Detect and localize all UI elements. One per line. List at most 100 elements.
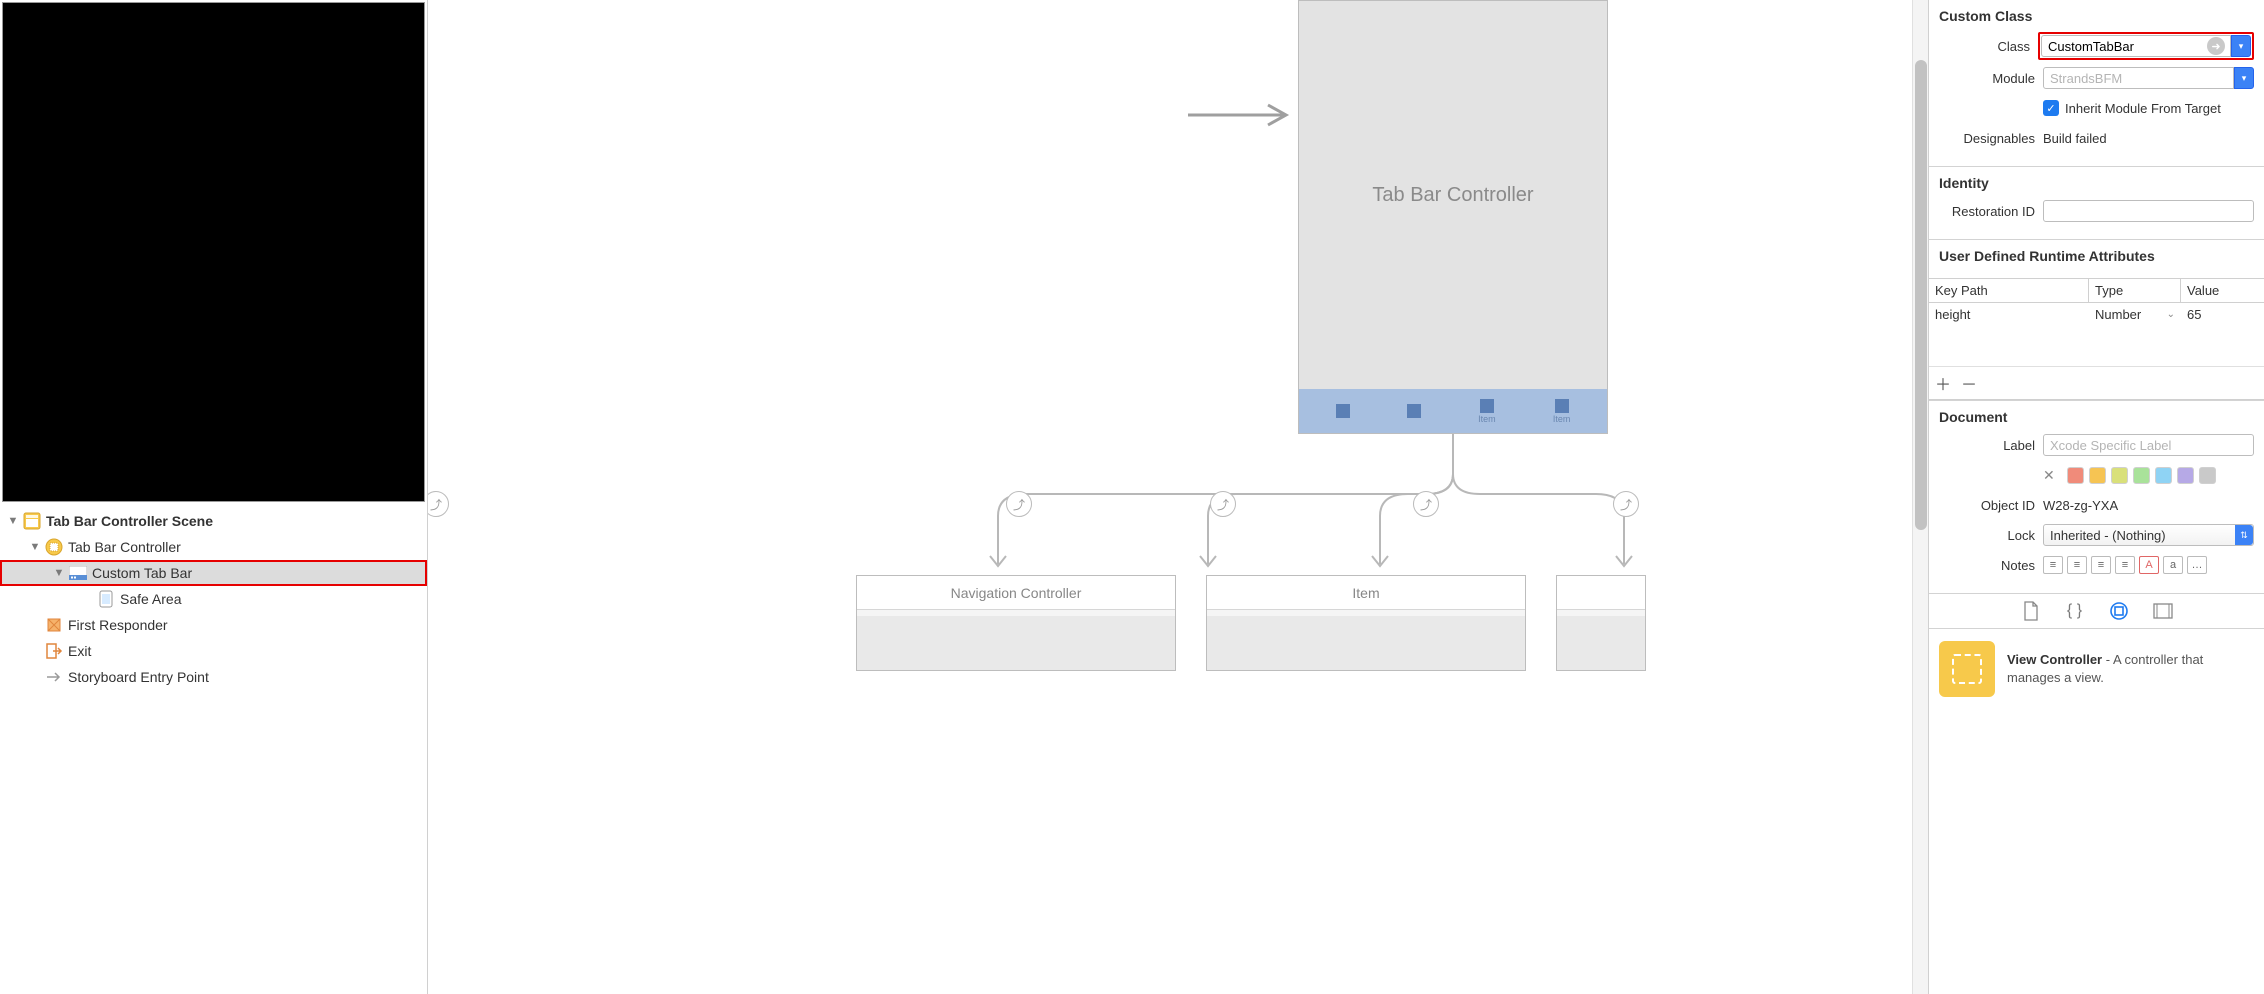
notes-label: Notes	[1939, 558, 2043, 573]
segue-relationship-icon[interactable]: ⤴	[1006, 491, 1032, 517]
chevron-down-icon[interactable]: ▼	[6, 514, 20, 528]
cell-value[interactable]: 65	[2181, 303, 2264, 326]
lock-value: Inherited - (Nothing)	[2050, 528, 2166, 543]
code-snippet-icon[interactable]: { }	[2064, 600, 2086, 622]
child-scene[interactable]: Navigation Controller	[856, 575, 1176, 671]
outline-safearea-label: Safe Area	[120, 591, 182, 607]
swatch-green[interactable]	[2133, 467, 2150, 484]
designables-label: Designables	[1939, 131, 2043, 146]
module-dropdown[interactable]: ▾	[2234, 67, 2254, 89]
module-label: Module	[1939, 71, 2043, 86]
cell-keypath[interactable]: height	[1929, 303, 2089, 326]
section-title: Document	[1939, 409, 2254, 425]
add-button[interactable]: ＋	[1935, 371, 1951, 395]
outline-exit-row[interactable]: ▼ Exit	[0, 638, 427, 664]
outline-entry-point-label: Storyboard Entry Point	[68, 669, 209, 685]
section-title: Custom Class	[1939, 8, 2254, 24]
restoration-id-input[interactable]	[2043, 200, 2254, 222]
navigate-icon[interactable]: ➜	[2207, 37, 2225, 55]
storyboard-canvas[interactable]: Tab Bar Controller Item Item ⤴ ⤴ ⤴ ⤴ ⤴ N…	[428, 0, 1928, 994]
tbc-body-label: Tab Bar Controller	[1299, 1, 1607, 389]
class-input[interactable]	[2041, 35, 2231, 57]
child-body	[1207, 610, 1525, 670]
class-dropdown[interactable]: ▾	[2231, 35, 2251, 57]
square-icon	[1480, 399, 1494, 413]
safearea-icon	[96, 589, 116, 609]
table-row[interactable]: height Number⌄ 65	[1929, 303, 2264, 326]
swatch-orange[interactable]	[2089, 467, 2106, 484]
remove-button[interactable]: －	[1961, 371, 1977, 395]
tab-item[interactable]: Item	[1553, 399, 1571, 424]
align-justify-icon[interactable]: ≡	[2115, 556, 2135, 574]
more-icon[interactable]: …	[2187, 556, 2207, 574]
text-color-icon[interactable]: A	[2139, 556, 2159, 574]
navigator-pane: ▼ Tab Bar Controller Scene ▼ Tab Bar Con…	[0, 0, 428, 994]
swatch-red[interactable]	[2067, 467, 2084, 484]
align-right-icon[interactable]: ≡	[2091, 556, 2111, 574]
object-id-value: W28-zg-YXA	[2043, 498, 2118, 513]
outline-tbc-row[interactable]: ▼ Tab Bar Controller	[0, 534, 427, 560]
scrollbar-thumb[interactable]	[1915, 60, 1927, 530]
chevron-down-icon[interactable]: ▼	[52, 566, 66, 580]
square-icon	[1555, 399, 1569, 413]
controller-icon	[44, 537, 64, 557]
cell-type[interactable]: Number⌄	[2089, 303, 2181, 326]
object-id-label: Object ID	[1939, 498, 2043, 513]
module-input[interactable]	[2043, 67, 2234, 89]
swatch-yellow[interactable]	[2111, 467, 2128, 484]
inherit-checkbox[interactable]: ✓	[2043, 100, 2059, 116]
swatch-gray[interactable]	[2199, 467, 2216, 484]
chevron-down-icon[interactable]: ▼	[28, 540, 42, 554]
arrow-right-icon	[44, 667, 64, 687]
media-library-icon[interactable]	[2152, 600, 2174, 622]
align-left-icon[interactable]: ≡	[2043, 556, 2063, 574]
clear-color-icon[interactable]: ✕	[2043, 467, 2055, 484]
tab-item-label: Item	[1553, 414, 1571, 424]
outline-custom-tabbar-row[interactable]: ▼ Custom Tab Bar	[0, 560, 427, 586]
outline-scene-row[interactable]: ▼ Tab Bar Controller Scene	[0, 508, 427, 534]
tab-item[interactable]	[1336, 404, 1350, 419]
runtime-attributes-section: User Defined Runtime Attributes Key Path…	[1929, 240, 2264, 401]
document-outline[interactable]: ▼ Tab Bar Controller Scene ▼ Tab Bar Con…	[0, 504, 427, 994]
child-header-label: Item	[1207, 576, 1525, 610]
lock-select[interactable]: Inherited - (Nothing) ⇅	[2043, 524, 2254, 546]
segue-relationship-icon[interactable]: ⤴	[1413, 491, 1439, 517]
outline-entry-point-row[interactable]: ▼ Storyboard Entry Point	[0, 664, 427, 690]
tab-bar-controller-scene[interactable]: Tab Bar Controller Item Item	[1298, 0, 1608, 434]
restoration-id-label: Restoration ID	[1939, 204, 2043, 219]
outline-custom-tabbar-label: Custom Tab Bar	[92, 565, 192, 581]
library-item[interactable]: View Controller - A controller that mana…	[1929, 629, 2264, 709]
tab-bar[interactable]: Item Item	[1299, 389, 1607, 433]
segue-relationship-icon[interactable]: ⤴	[1613, 491, 1639, 517]
tabbar-icon	[68, 563, 88, 583]
outline-first-responder-row[interactable]: ▼ First Responder	[0, 612, 427, 638]
identity-section: Identity Restoration ID	[1929, 167, 2264, 240]
header-keypath[interactable]: Key Path	[1929, 279, 2089, 302]
object-library-icon[interactable]	[2108, 600, 2130, 622]
table-footer: ＋ －	[1929, 366, 2264, 399]
align-center-icon[interactable]: ≡	[2067, 556, 2087, 574]
tab-item[interactable]	[1407, 404, 1421, 419]
swatch-blue[interactable]	[2155, 467, 2172, 484]
segue-relationship-icon[interactable]: ⤴	[1210, 491, 1236, 517]
label-input[interactable]	[2043, 434, 2254, 456]
child-scene[interactable]	[1556, 575, 1646, 671]
vertical-scrollbar[interactable]	[1912, 0, 1928, 994]
tab-item[interactable]: Item	[1478, 399, 1496, 424]
section-title: Identity	[1939, 175, 2254, 191]
child-body	[1557, 610, 1645, 670]
inherit-label: Inherit Module From Target	[2065, 101, 2221, 116]
label-label: Label	[1939, 438, 2043, 453]
square-icon	[1407, 404, 1421, 418]
swatch-purple[interactable]	[2177, 467, 2194, 484]
header-value[interactable]: Value	[2181, 279, 2264, 302]
runtime-table[interactable]: Key Path Type Value height Number⌄ 65 ＋ …	[1929, 278, 2264, 400]
file-template-icon[interactable]	[2020, 600, 2042, 622]
child-scene[interactable]: Item	[1206, 575, 1526, 671]
outline-safearea-row[interactable]: Safe Area	[0, 586, 427, 612]
outline-scene-label: Tab Bar Controller Scene	[46, 513, 213, 529]
square-icon	[1336, 404, 1350, 418]
header-type[interactable]: Type	[2089, 279, 2181, 302]
segue-relationship-icon[interactable]: ⤴	[428, 491, 449, 517]
font-panel-icon[interactable]: a	[2163, 556, 2183, 574]
